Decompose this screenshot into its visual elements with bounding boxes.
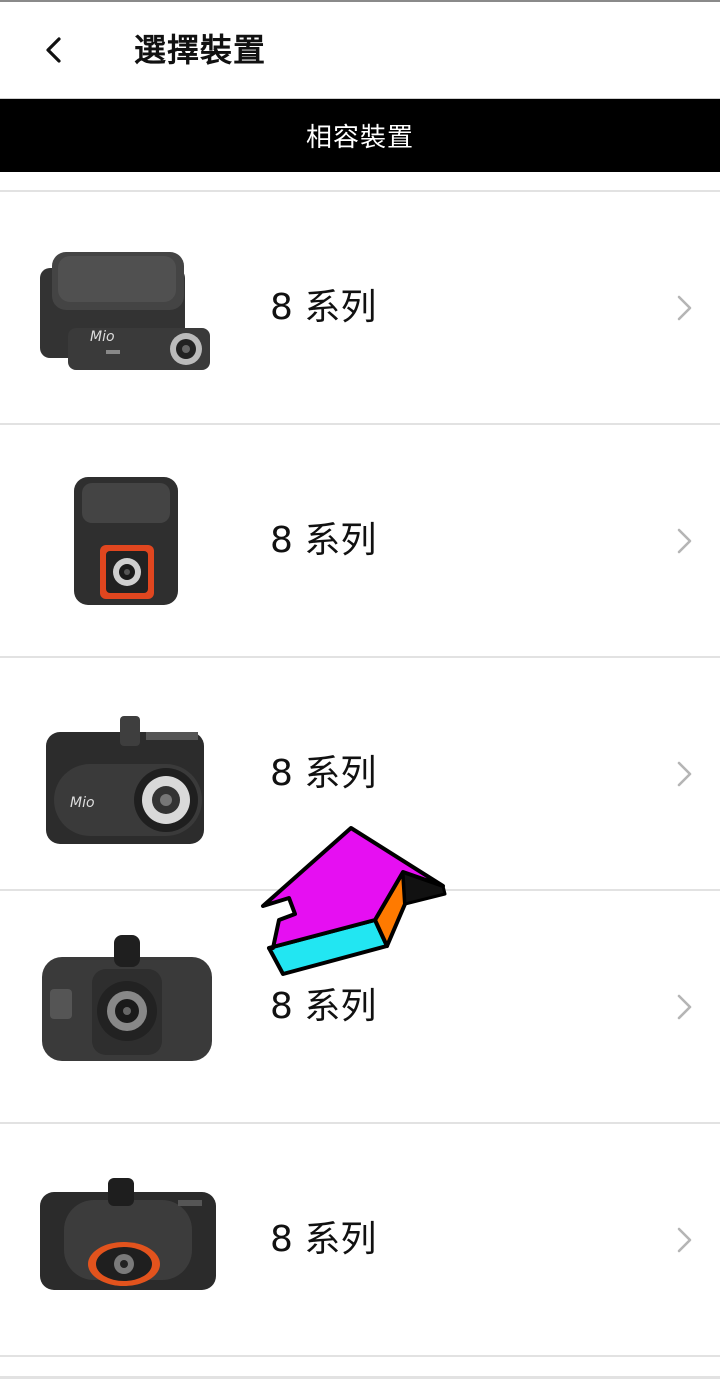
divider (0, 1376, 720, 1379)
section-header: 相容裝置 (0, 99, 720, 172)
device-label: 8 系列 (270, 753, 377, 794)
svg-text:Mio: Mio (70, 795, 95, 811)
device-label: 8 系列 (270, 986, 377, 1027)
device-label: 8 系列 (270, 287, 377, 328)
device-item[interactable]: 8 系列 (0, 891, 720, 1124)
dashcam-rear-camera-image: Mio (40, 252, 210, 370)
svg-text:Mio: Mio (90, 329, 115, 345)
chevron-left-icon (46, 37, 61, 63)
device-list: Mio 8 系列 8 系列 Mio 8 系列 8 系列 8 系列 (0, 192, 720, 1357)
chevron-right-icon (677, 295, 692, 321)
dashcam-orange-accent-image (40, 1178, 216, 1290)
device-label: 8 系列 (270, 520, 377, 561)
app-bar: 選擇裝置 (0, 2, 720, 99)
screen: 選擇裝置 相容裝置 Mio 8 系列 8 系列 Mio 8 系列 8 系列 8 … (0, 0, 720, 1381)
page-title: 選擇裝置 (134, 31, 267, 69)
back-button[interactable] (28, 24, 80, 76)
section-title: 相容裝置 (305, 123, 414, 153)
device-item[interactable]: Mio 8 系列 (0, 658, 720, 891)
device-label: 8 系列 (270, 1219, 377, 1260)
chevron-right-icon (677, 994, 692, 1020)
chevron-right-icon (677, 528, 692, 554)
dashcam-wide-lens-gps-image: Mio (46, 716, 204, 844)
dashcam-compact-orange-ring-image (74, 477, 178, 605)
chevron-right-icon (677, 761, 692, 787)
device-item[interactable]: 8 系列 (0, 1124, 720, 1357)
dashcam-screen-mount-image (42, 935, 212, 1061)
device-item[interactable]: 8 系列 (0, 425, 720, 658)
device-item[interactable]: Mio 8 系列 (0, 192, 720, 425)
chevron-right-icon (677, 1227, 692, 1253)
